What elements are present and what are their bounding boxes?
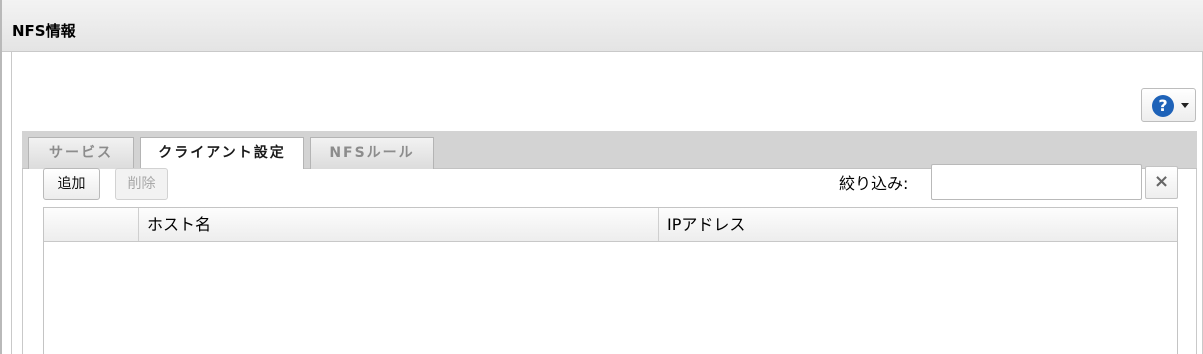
- tab-service[interactable]: サービス: [28, 137, 134, 169]
- add-button[interactable]: 追加: [43, 168, 100, 200]
- tab-nfs-rules[interactable]: NFSルール: [310, 137, 434, 169]
- column-header-ip-address[interactable]: IPアドレス: [659, 208, 1177, 241]
- caret-down-icon: [1181, 103, 1189, 108]
- panel-title: NFS情報: [12, 22, 76, 40]
- help-menu-button[interactable]: ?: [1141, 88, 1196, 122]
- clear-filter-button[interactable]: ×: [1145, 166, 1178, 199]
- table-header: ホスト名 IPアドレス: [44, 208, 1177, 242]
- filter-input[interactable]: [931, 164, 1142, 200]
- question-circle-icon: ?: [1152, 95, 1174, 117]
- filter-label: 絞り込み:: [839, 174, 909, 193]
- tab-client-settings[interactable]: クライアント設定: [140, 137, 304, 170]
- close-icon: ×: [1153, 171, 1170, 192]
- nfs-info-panel: NFS情報 ? サービス クライアント設定 NFSルール 追加 削除 絞り込み:…: [0, 0, 1203, 354]
- column-header-select[interactable]: [44, 208, 139, 241]
- delete-button[interactable]: 削除: [115, 168, 168, 200]
- column-header-hostname[interactable]: ホスト名: [139, 208, 659, 241]
- panel-header: NFS情報: [2, 0, 1203, 52]
- client-table: ホスト名 IPアドレス: [43, 207, 1178, 354]
